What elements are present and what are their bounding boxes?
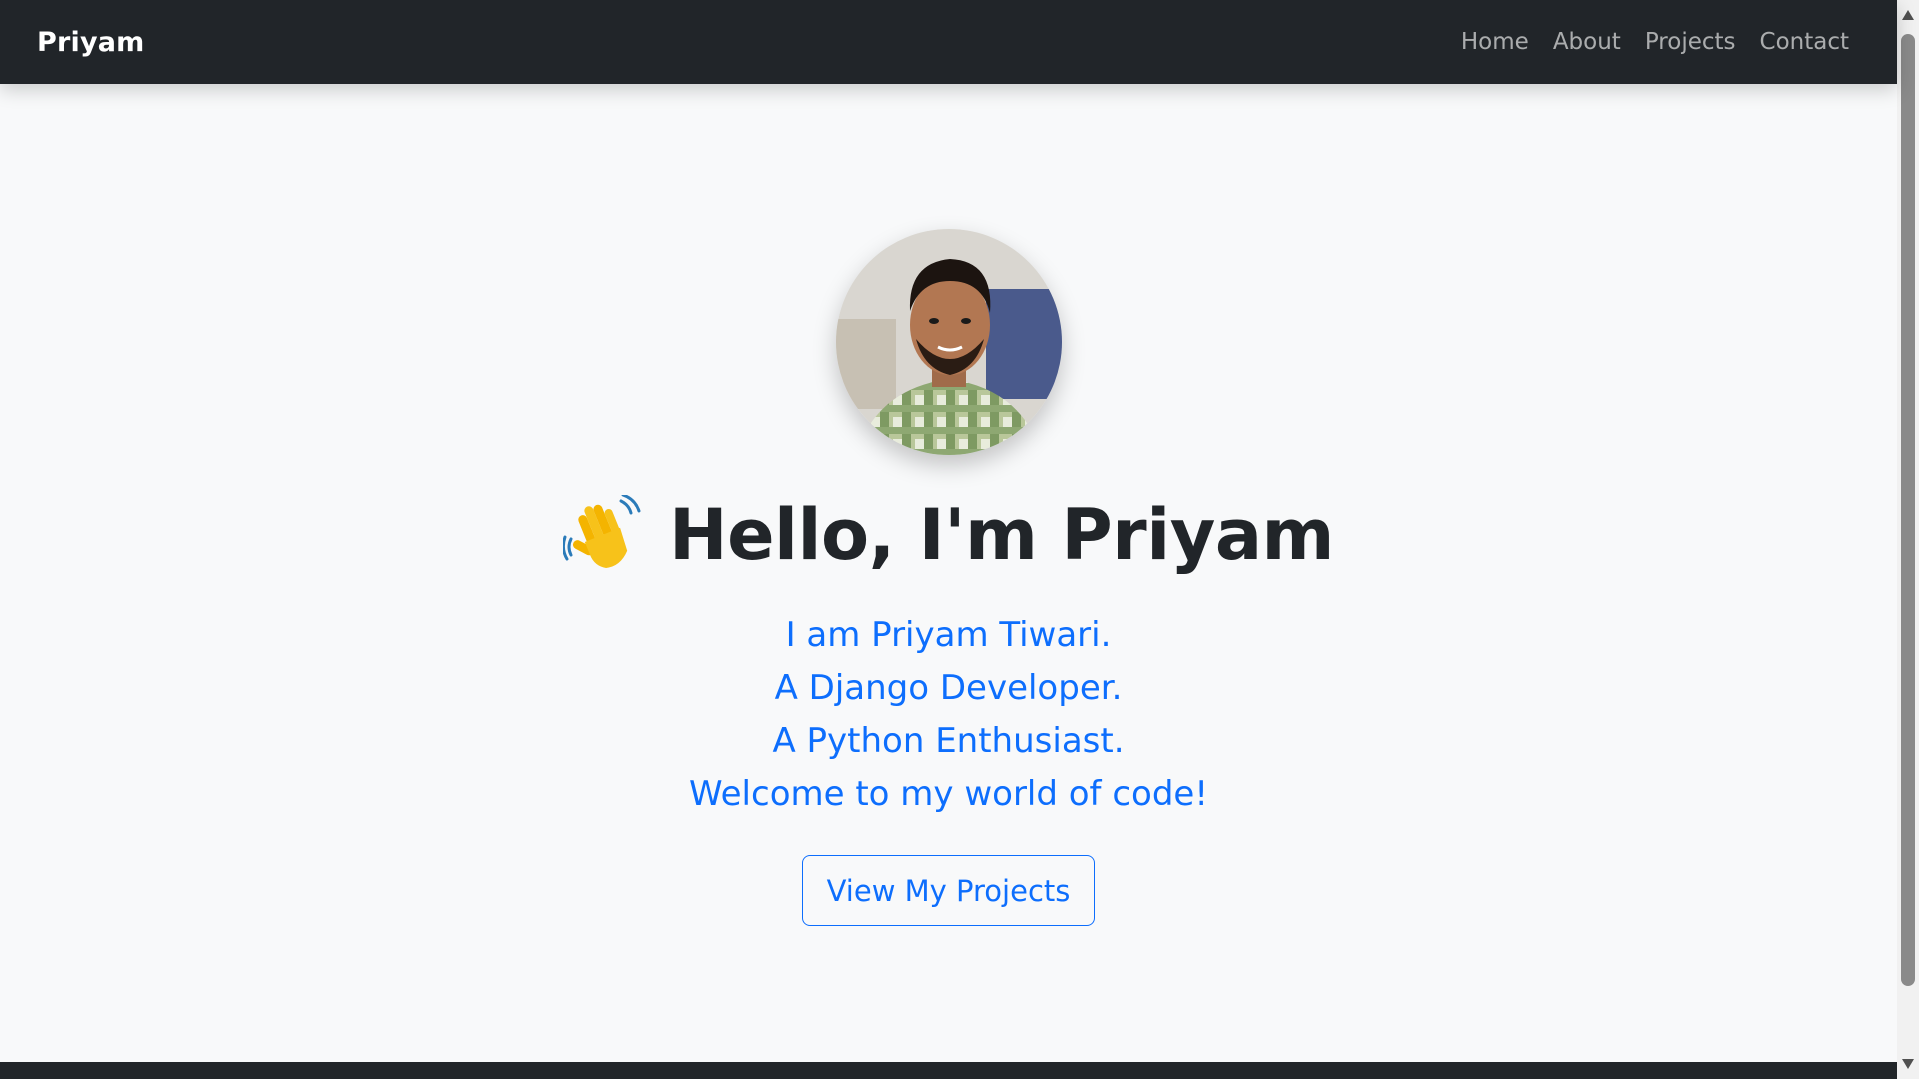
footer <box>0 1062 1897 1079</box>
subtitle-line-welcome: Welcome to my world of code! <box>689 774 1208 814</box>
nav-link-contact[interactable]: Contact <box>1760 29 1849 55</box>
nav-link-about[interactable]: About <box>1553 29 1621 55</box>
nav-link-home[interactable]: Home <box>1461 29 1529 55</box>
hero-headline: Hello, I'm Priyam <box>668 494 1335 576</box>
hero-section: Hello, I'm Priyam I am Priyam Tiwari. A … <box>0 84 1897 1062</box>
avatar-photo <box>835 229 1062 455</box>
scroll-down-arrow-icon[interactable] <box>1902 1059 1914 1069</box>
top-navbar: Priyam Home About Projects Contact <box>0 0 1897 84</box>
scroll-up-arrow-icon[interactable] <box>1902 10 1914 20</box>
nav-links: Home About Projects Contact <box>1461 29 1849 55</box>
page-scrollbar[interactable] <box>1897 0 1919 1079</box>
page: Priyam Home About Projects Contact Hello… <box>0 0 1919 1079</box>
subtitle-line-name: I am Priyam Tiwari. <box>785 615 1112 655</box>
subtitle-line-role: A Django Developer. <box>774 668 1123 708</box>
view-projects-button[interactable]: View My Projects <box>801 855 1096 926</box>
scrollbar-thumb[interactable] <box>1901 34 1915 986</box>
subtitle-line-interest: A Python Enthusiast. <box>772 721 1125 761</box>
waving-hand-icon <box>562 495 641 568</box>
nav-link-projects[interactable]: Projects <box>1645 29 1736 55</box>
greeting-row: Hello, I'm Priyam <box>562 494 1335 576</box>
hero-subtitle: I am Priyam Tiwari. A Django Developer. … <box>689 609 1208 821</box>
avatar <box>835 229 1062 455</box>
navbar-brand[interactable]: Priyam <box>37 27 145 58</box>
